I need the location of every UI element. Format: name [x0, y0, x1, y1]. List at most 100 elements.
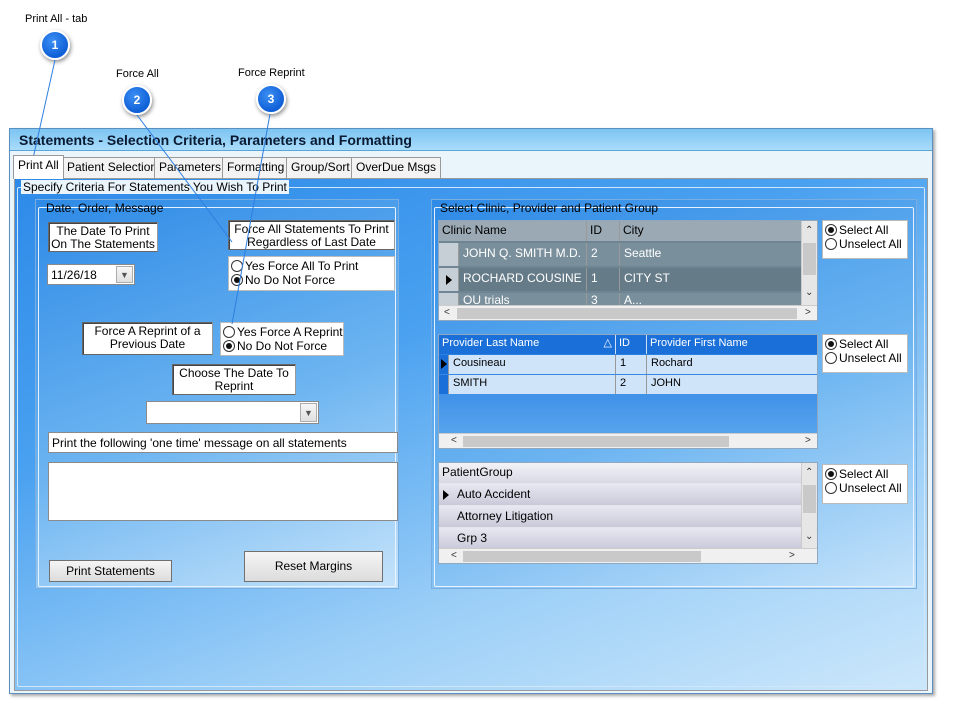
reset-margins-button[interactable]: Reset Margins: [244, 551, 383, 582]
table-row[interactable]: Auto Accident: [439, 484, 801, 505]
message-label: Print the following 'one time' message o…: [48, 432, 398, 453]
table-row[interactable]: Attorney Litigation: [439, 506, 801, 527]
choose-reprint-date-label: Choose The Date To Reprint: [172, 364, 296, 395]
clinic-select-all-option[interactable]: Select All: [825, 223, 888, 237]
provider-select-all-option[interactable]: Select All: [825, 337, 888, 351]
tab-group-sort[interactable]: Group/Sort: [286, 157, 355, 178]
chevron-right-icon[interactable]: >: [805, 307, 811, 318]
print-statements-button[interactable]: Print Statements: [49, 560, 172, 582]
force-all-label: Force All Statements To Print Regardless…: [228, 220, 395, 250]
group-select-all-option[interactable]: Select All: [825, 467, 888, 481]
tab-patient-selection[interactable]: Patient Selection: [62, 157, 163, 178]
provider-first-name-header[interactable]: Provider First Name: [647, 335, 817, 354]
provider-select-radio-group: Select All Unselect All: [822, 334, 908, 373]
window-title-bar: Statements - Selection Criteria, Paramet…: [10, 129, 932, 151]
chevron-right-icon[interactable]: >: [789, 550, 795, 561]
statements-window: Statements - Selection Criteria, Paramet…: [9, 128, 933, 694]
date-panel-title: Date, Order, Message: [46, 201, 164, 215]
provider-grid[interactable]: Provider Last Name △ ID Provider First Na…: [438, 334, 818, 449]
table-row[interactable]: OU trials 3 A...: [439, 293, 801, 305]
group-unselect-all-option[interactable]: Unselect All: [825, 481, 902, 495]
chevron-down-icon[interactable]: ⌄: [805, 287, 813, 298]
chevron-down-icon[interactable]: ⌄: [805, 531, 813, 542]
clinic-grid[interactable]: Clinic Name ID City JOHN Q. SMITH M.D. 2…: [438, 220, 818, 321]
callout-label-print-all: Print All - tab: [25, 13, 88, 25]
scroll-thumb[interactable]: [457, 308, 797, 319]
radio-off-icon[interactable]: [825, 238, 837, 250]
patient-group-grid[interactable]: PatientGroup Auto Accident Attorney Liti…: [438, 462, 818, 564]
table-row[interactable]: ROCHARD COUSINE 1 CITY ST: [439, 268, 801, 291]
sort-ascending-icon: △: [603, 337, 612, 349]
clinic-horizontal-scrollbar[interactable]: < >: [439, 305, 817, 320]
row-selector[interactable]: [439, 293, 459, 305]
scroll-thumb[interactable]: [803, 485, 816, 513]
radio-off-icon[interactable]: [223, 326, 235, 338]
row-selector[interactable]: [439, 375, 449, 394]
radio-on-icon[interactable]: [223, 340, 235, 352]
clinic-city-header[interactable]: City: [620, 221, 800, 241]
chevron-right-icon[interactable]: >: [805, 435, 811, 446]
tab-parameters[interactable]: Parameters: [154, 157, 227, 178]
radio-off-icon[interactable]: [825, 482, 837, 494]
force-all-yes-option[interactable]: Yes Force All To Print: [231, 259, 358, 273]
provider-horizontal-scrollbar[interactable]: < >: [439, 433, 817, 448]
clinic-vertical-scrollbar[interactable]: ⌃ ⌄: [801, 221, 817, 305]
scroll-thumb[interactable]: [463, 551, 701, 562]
reprint-date-combo[interactable]: ▼: [146, 401, 319, 424]
chevron-down-icon[interactable]: ▼: [116, 266, 133, 283]
print-date-picker[interactable]: 11/26/18 ▼: [47, 264, 135, 285]
row-selector[interactable]: [439, 355, 449, 374]
scroll-thumb[interactable]: [463, 436, 729, 447]
scroll-thumb[interactable]: [803, 243, 816, 275]
callout-label-force-reprint: Force Reprint: [238, 67, 305, 79]
row-selector[interactable]: [439, 506, 453, 527]
row-selector[interactable]: [439, 243, 459, 266]
patient-group-horizontal-scrollbar[interactable]: < >: [439, 548, 817, 563]
patient-group-header: PatientGroup: [439, 463, 801, 483]
radio-off-icon[interactable]: [825, 352, 837, 364]
radio-on-icon[interactable]: [825, 338, 837, 350]
callout-bubble-3: 3: [256, 84, 286, 114]
reprint-radio-group: Yes Force A Reprint No Do Not Force: [220, 322, 344, 356]
radio-off-icon[interactable]: [231, 260, 243, 272]
chevron-left-icon[interactable]: <: [451, 550, 457, 561]
radio-on-icon[interactable]: [825, 468, 837, 480]
current-row-icon: [443, 490, 449, 500]
print-date-label: The Date To Print On The Statements: [48, 222, 158, 252]
table-row[interactable]: SMITH 2 JOHN: [439, 375, 817, 394]
chevron-down-icon[interactable]: ▼: [300, 403, 317, 422]
chevron-left-icon[interactable]: <: [444, 307, 450, 318]
current-row-icon: [446, 275, 452, 285]
reprint-yes-option[interactable]: Yes Force A Reprint: [223, 325, 343, 339]
row-selector[interactable]: [439, 484, 453, 505]
row-selector[interactable]: [439, 528, 453, 549]
reprint-no-option[interactable]: No Do Not Force: [223, 339, 327, 353]
clinic-id-header[interactable]: ID: [587, 221, 620, 241]
force-all-no-option[interactable]: No Do Not Force: [231, 273, 335, 287]
criteria-title: Specify Criteria For Statements You Wish…: [21, 180, 289, 194]
patient-group-column-header[interactable]: PatientGroup: [439, 463, 801, 483]
table-row[interactable]: Grp 3: [439, 528, 801, 549]
print-date-value: 11/26/18: [51, 268, 97, 282]
row-selector[interactable]: [439, 268, 459, 291]
chevron-up-icon[interactable]: ⌃: [805, 225, 813, 236]
select-panel-title: Select Clinic, Provider and Patient Grou…: [440, 201, 659, 215]
select-clinic-provider-panel: Select Clinic, Provider and Patient Grou…: [431, 199, 917, 589]
chevron-up-icon[interactable]: ⌃: [805, 467, 813, 478]
clinic-unselect-all-option[interactable]: Unselect All: [825, 237, 902, 251]
provider-last-name-header[interactable]: Provider Last Name △: [439, 335, 616, 354]
force-all-radio-group: Yes Force All To Print No Do Not Force: [228, 256, 395, 291]
tab-formatting[interactable]: Formatting: [222, 157, 290, 178]
radio-on-icon[interactable]: [231, 274, 243, 286]
provider-id-header[interactable]: ID: [616, 335, 647, 354]
tab-print-all[interactable]: Print All: [13, 155, 64, 179]
patient-group-vertical-scrollbar[interactable]: ⌃ ⌄: [801, 463, 817, 549]
table-row[interactable]: JOHN Q. SMITH M.D. 2 Seattle: [439, 243, 801, 266]
radio-on-icon[interactable]: [825, 224, 837, 236]
message-input[interactable]: [48, 462, 398, 521]
provider-unselect-all-option[interactable]: Unselect All: [825, 351, 902, 365]
tab-overdue-msgs[interactable]: OverDue Msgs: [351, 157, 442, 178]
chevron-left-icon[interactable]: <: [451, 435, 457, 446]
clinic-name-header[interactable]: Clinic Name: [439, 221, 587, 241]
table-row[interactable]: Cousineau 1 Rochard: [439, 355, 817, 374]
